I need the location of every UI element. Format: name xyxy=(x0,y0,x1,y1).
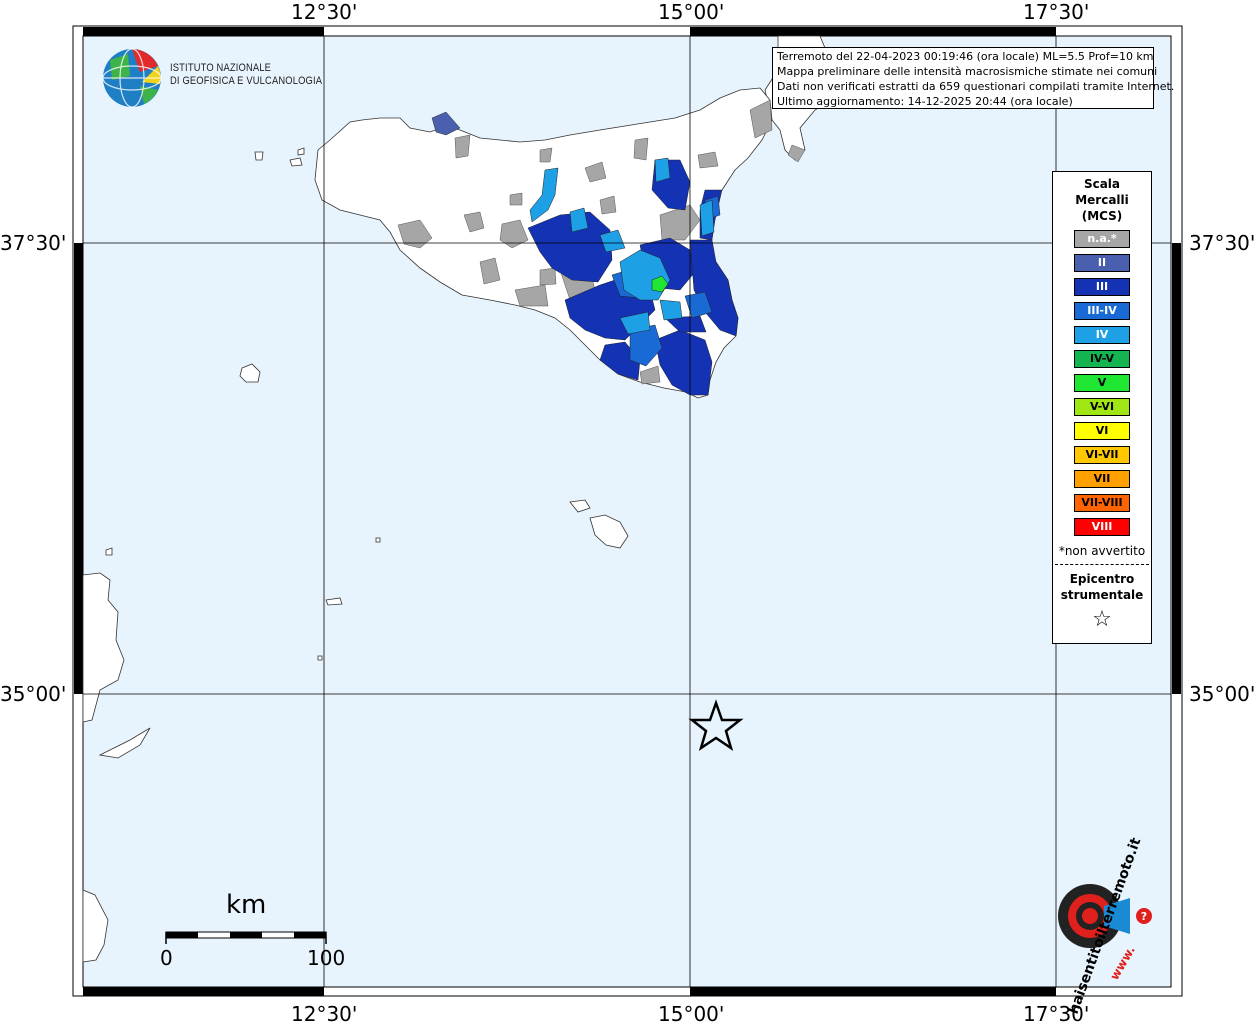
scale-end: 100 xyxy=(307,946,346,970)
legend-item: VII xyxy=(1074,470,1130,488)
legend-item: VI xyxy=(1074,422,1130,440)
legend-item: n.a.* xyxy=(1074,230,1130,248)
lon-label-top-1: 12°30' xyxy=(291,0,358,24)
lat-label-right-2: 35°00' xyxy=(1189,682,1254,706)
lat-label-right-1: 37°30' xyxy=(1189,231,1254,255)
hsit-badge: ? haisentitoilterremoto.it www. xyxy=(1030,836,1160,1016)
legend-item: II xyxy=(1074,254,1130,272)
legend-items: n.a.* II III III-IV IV IV-V V V-VI VI VI-VII VII VI… xyxy=(1053,230,1151,536)
globe-icon xyxy=(102,48,162,108)
star-icon: ☆ xyxy=(1092,607,1112,632)
lon-label-bottom-1: 12°30' xyxy=(291,1002,358,1026)
legend-item: VII-VIII xyxy=(1074,494,1130,512)
event-info-line: Mappa preliminare delle intensità macros… xyxy=(777,65,1158,78)
lon-label-bottom-2: 15°00' xyxy=(658,1002,725,1026)
legend-item: IV xyxy=(1074,326,1130,344)
legend-item: VI-VII xyxy=(1074,446,1130,464)
scale-unit: km xyxy=(226,890,267,920)
event-info-line: Terremoto del 22-04-2023 00:19:46 (ora l… xyxy=(777,50,1154,63)
legend-item: IV-V xyxy=(1074,350,1130,368)
legend-item: V-VI xyxy=(1074,398,1130,416)
ingv-logo-text: ISTITUTO NAZIONALE DI GEOFISICA E VULCAN… xyxy=(170,62,323,87)
legend-item: VIII xyxy=(1074,518,1130,536)
event-info-line: Ultimo aggiornamento: 14-12-2025 20:44 (… xyxy=(777,95,1073,108)
lat-label-left-2: 35°00' xyxy=(0,682,67,706)
scale-start: 0 xyxy=(160,946,173,970)
legend-item: III xyxy=(1074,278,1130,296)
legend-note: *non avvertito xyxy=(1058,544,1146,558)
lon-label-top-3: 17°30' xyxy=(1023,0,1090,24)
legend-item: III-IV xyxy=(1074,302,1130,320)
event-info-line: Dati non verificati estratti da 659 ques… xyxy=(777,80,1175,93)
intensity-legend: Scala Mercalli (MCS) n.a.* II III III-IV IV I… xyxy=(1052,171,1152,644)
legend-epicenter-label: Epicentro strumentale xyxy=(1060,572,1144,602)
svg-text:?: ? xyxy=(1141,910,1147,923)
lon-label-top-2: 15°00' xyxy=(658,0,725,24)
ingv-logo: ISTITUTO NAZIONALE DI GEOFISICA E VULCAN… xyxy=(100,46,323,110)
event-info-box: Terremoto del 22-04-2023 00:19:46 (ora l… xyxy=(772,47,1175,109)
legend-divider xyxy=(1055,564,1149,565)
legend-item: V xyxy=(1074,374,1130,392)
legend-title: Scala Mercalli (MCS) xyxy=(1075,177,1129,223)
lat-label-left-1: 37°30' xyxy=(0,231,67,255)
